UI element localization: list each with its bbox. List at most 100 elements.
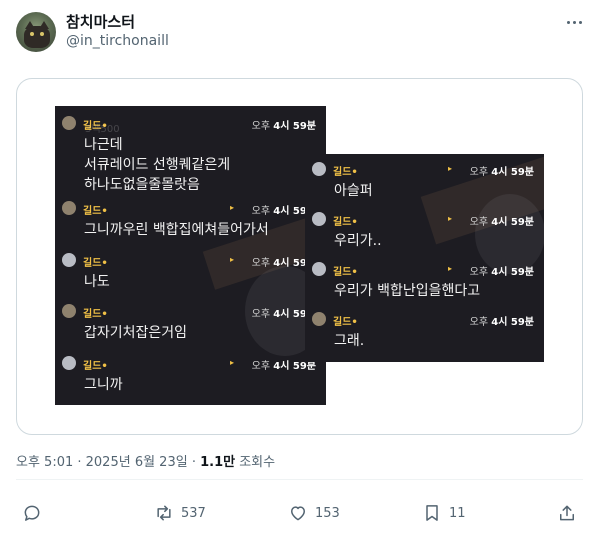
chat-text: 그니까우린 백합집에쳐들어가서 [84, 222, 269, 238]
tweet-header: 참치마스터 @in_tirchonaill [0, 0, 599, 70]
chat-avatar [62, 304, 76, 318]
reply-arrow-icon: ▸ [229, 358, 234, 367]
more-icon[interactable] [562, 12, 586, 32]
chat-time-ampm: 오후 [469, 217, 489, 228]
sender-name-text: 길드 [83, 361, 102, 372]
chat-sender-name: 길드• [83, 305, 108, 320]
chat-avatar [62, 116, 76, 130]
sender-dot: • [101, 361, 108, 372]
sender-name-text: 길드 [333, 267, 352, 278]
sender-name-text: 길드 [83, 206, 102, 217]
like-count: 153 [315, 505, 340, 521]
reply-arrow-icon: ▸ [447, 164, 452, 173]
chat-time-value: 4시 59분 [491, 217, 534, 228]
sender-dot: • [351, 217, 358, 228]
tweet-media[interactable]: 길드• 오후 4시 59분 나근데 서큐레이드 선행퀘같은게 하나도없을줄몰랏음 길드… [16, 78, 583, 435]
chat-sender-name: 길드• [83, 357, 108, 372]
chat-sender-name: 길드• [83, 254, 108, 269]
sender-name-text: 길드 [83, 309, 102, 320]
chat-avatar [312, 312, 326, 326]
avatar-eye [30, 32, 34, 36]
sender-name-text: 길드 [333, 167, 352, 178]
repost-count: 537 [181, 505, 206, 521]
bookmark-button[interactable]: 11 [422, 502, 466, 524]
chat-time-value: 4시 59분 [273, 361, 316, 372]
chat-text: 아슬퍼 [334, 183, 373, 199]
chat-screenshot-right: 길드• ▸ 오후 4시 59분 아슬퍼 길드• ▸ 오후 4시 59분 우리가.. 길드• ▸ 오후… [305, 154, 544, 362]
chat-time-ampm: 오후 [251, 206, 271, 217]
reply-arrow-icon: ▸ [229, 255, 234, 264]
divider [16, 479, 583, 480]
chat-time-ampm: 오후 [251, 121, 271, 132]
sender-name-text: 길드 [333, 217, 352, 228]
like-button[interactable]: 153 [288, 502, 340, 524]
chat-time-ampm: 오후 [469, 167, 489, 178]
reply-arrow-icon: ▸ [447, 264, 452, 273]
sender-dot: • [101, 206, 108, 217]
chat-avatar [62, 253, 76, 267]
sender-dot: • [101, 309, 108, 320]
chat-avatar [312, 162, 326, 176]
chat-text: 갑자기처잡은거임 [84, 325, 188, 341]
chat-avatar [312, 212, 326, 226]
background-texture [475, 194, 544, 274]
chat-sender-name: 길드• [333, 313, 358, 328]
views-count: 1.1만 [200, 455, 236, 470]
display-name[interactable]: 참치마스터 [66, 11, 135, 32]
chat-sender-name: 길드• [333, 263, 358, 278]
bookmark-icon [426, 505, 438, 521]
repost-icon [157, 505, 171, 521]
share-icon [560, 505, 574, 521]
chat-text: 나도 [84, 274, 110, 290]
chat-text: 그니까 [84, 377, 123, 393]
avatar[interactable] [16, 12, 56, 52]
chat-time: 오후 4시 59분 [470, 313, 534, 328]
sender-dot: • [351, 167, 358, 178]
reply-icon [24, 505, 40, 521]
reply-arrow-icon: ▸ [447, 214, 452, 223]
timestamp[interactable]: 오후 5:01 · 2025년 6월 23일 · [16, 455, 200, 470]
chat-time: 오후 4시 59분 [470, 213, 534, 228]
chat-time-ampm: 오후 [469, 317, 489, 328]
chat-sender-name: 길드• [333, 163, 358, 178]
chat-sender-name: 길드• [83, 202, 108, 217]
views-label: 조회수 [235, 455, 276, 470]
repost-button[interactable]: 537 [154, 502, 206, 524]
chat-time-ampm: 오후 [251, 361, 271, 372]
reply-arrow-icon: ▸ [229, 203, 234, 212]
chat-avatar [62, 356, 76, 370]
chat-screenshot-left: 길드• 오후 4시 59분 나근데 서큐레이드 선행퀘같은게 하나도없을줄몰랏음 길드… [55, 106, 326, 405]
chat-time-value: 4시 59분 [491, 167, 534, 178]
chat-text: 우리가.. [334, 233, 382, 249]
faded-overlay-text: 3백500 [85, 124, 120, 135]
chat-text: 그래. [334, 333, 365, 349]
chat-time: 오후 4시 59분 [252, 117, 316, 132]
chat-sender-name: 길드• [333, 213, 358, 228]
reply-button[interactable] [22, 502, 49, 524]
chat-time-value: 4시 59분 [491, 267, 534, 278]
sender-dot: • [351, 317, 358, 328]
chat-avatar [312, 262, 326, 276]
sender-name-text: 길드 [333, 317, 352, 328]
action-bar: 537 153 11 [0, 492, 599, 536]
chat-text: 나근데 서큐레이드 선행퀘같은게 하나도없을줄몰랏음 [84, 137, 231, 193]
tweet-meta: 오후 5:01 · 2025년 6월 23일 · 1.1만 조회수 [16, 451, 275, 470]
chat-time-value: 4시 59분 [273, 121, 316, 132]
chat-avatar [62, 201, 76, 215]
sender-dot: • [351, 267, 358, 278]
avatar-cat [24, 26, 50, 48]
chat-time: 오후 4시 59분 [470, 263, 534, 278]
chat-time-ampm: 오후 [251, 309, 271, 320]
chat-time-ampm: 오후 [469, 267, 489, 278]
avatar-eye [40, 32, 44, 36]
bookmark-count: 11 [449, 505, 466, 521]
chat-text: 우리가 백합난입을핸다고 [334, 283, 481, 299]
chat-time-ampm: 오후 [251, 258, 271, 269]
heart-icon [291, 506, 305, 521]
share-button[interactable] [557, 502, 577, 524]
chat-time-value: 4시 59분 [491, 317, 534, 328]
chat-time: 오후 4시 59분 [470, 163, 534, 178]
sender-name-text: 길드 [83, 258, 102, 269]
sender-dot: • [101, 258, 108, 269]
user-handle[interactable]: @in_tirchonaill [66, 33, 169, 49]
